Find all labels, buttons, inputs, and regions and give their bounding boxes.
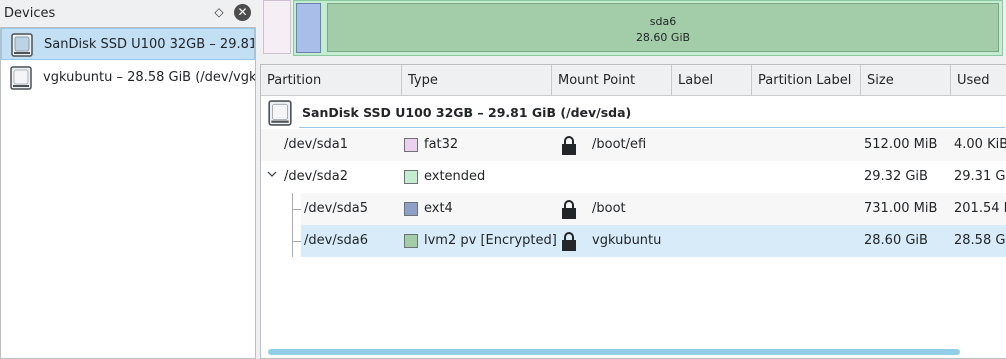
column-header-mount-point[interactable]: Mount Point xyxy=(552,65,672,96)
used-cell: 201.54 MiB xyxy=(954,201,1006,216)
device-row-label: SanDisk SSD U100 32GB – 29.81 GiB (/dev/… xyxy=(302,105,632,120)
table-row[interactable]: /dev/sda1 fat32 /boot/efi 512.00 MiB 4.0… xyxy=(261,129,1006,161)
lock-icon xyxy=(561,232,577,255)
mount-point-cell: vgkubuntu xyxy=(592,233,662,248)
size-cell: 28.60 GiB xyxy=(864,233,928,248)
size-cell: 512.00 MiB xyxy=(864,137,938,152)
partition-segment-sda2[interactable]: sda6 28.60 GiB xyxy=(293,0,1003,56)
type-color-swatch xyxy=(404,170,418,184)
type-cell: fat32 xyxy=(424,137,459,152)
used-cell: 28.58 GiB xyxy=(954,233,1006,248)
partition-segment-name: sda6 xyxy=(649,15,677,28)
type-cell: ext4 xyxy=(424,201,453,216)
hard-drive-icon xyxy=(11,33,33,59)
device-row[interactable]: SanDisk SSD U100 32GB – 29.81 GiB (/dev/… xyxy=(261,97,1006,129)
hard-drive-icon xyxy=(268,100,292,130)
table-row[interactable]: /dev/sda5 ext4 /boot 731.00 MiB 201.54 M… xyxy=(301,193,1006,225)
table-row[interactable]: /dev/sda6 lvm2 pv [Encrypted] vgkubuntu … xyxy=(301,225,1006,257)
column-header-partition[interactable]: Partition xyxy=(261,65,402,96)
mount-point-cell: /boot xyxy=(592,201,626,216)
devices-panel-header: Devices ◇ ✕ xyxy=(0,0,258,27)
partition-cell: /dev/sda6 xyxy=(304,233,368,248)
type-color-swatch xyxy=(404,138,418,152)
partition-segment-unallocated[interactable] xyxy=(263,0,291,54)
column-header-partition-label[interactable]: Partition Label xyxy=(752,65,861,96)
partition-cell: /dev/sda5 xyxy=(304,201,368,216)
lock-icon xyxy=(561,200,577,223)
type-color-swatch xyxy=(404,202,418,216)
partition-segment-size: 28.60 GiB xyxy=(635,31,691,44)
table-row[interactable]: /dev/sda2 extended 29.32 GiB 29.31 GiB xyxy=(261,161,1006,193)
used-cell: 29.31 GiB xyxy=(954,169,1006,184)
lock-icon xyxy=(561,136,577,159)
devices-panel: Devices ◇ ✕ SanDisk SSD U100 32GB – 29.8… xyxy=(0,0,258,359)
size-cell: 731.00 MiB xyxy=(864,201,938,216)
mount-point-cell: /boot/efi xyxy=(592,137,647,152)
column-header-used[interactable]: Used xyxy=(951,65,1006,96)
chevron-down-icon[interactable] xyxy=(266,168,278,183)
type-color-swatch xyxy=(404,234,418,248)
tree-line xyxy=(292,193,293,257)
column-header-size[interactable]: Size xyxy=(861,65,951,96)
device-list: SanDisk SSD U100 32GB – 29.81 ... vgkubu… xyxy=(0,27,256,359)
close-panel-icon[interactable]: ✕ xyxy=(234,4,251,21)
partition-segment-sda6[interactable]: sda6 28.60 GiB xyxy=(327,3,999,52)
device-item-vgkubuntu[interactable]: vgkubuntu – 28.58 GiB (/dev/vgk... xyxy=(1,62,255,94)
used-cell: 4.00 KiB xyxy=(954,137,1006,152)
size-cell: 29.32 GiB xyxy=(864,169,928,184)
hard-drive-icon xyxy=(10,66,32,94)
column-header-type[interactable]: Type xyxy=(402,65,552,96)
type-cell: extended xyxy=(424,169,486,184)
devices-panel-title: Devices xyxy=(4,6,56,21)
partition-cell: /dev/sda1 xyxy=(284,137,348,152)
device-label: SanDisk SSD U100 32GB – 29.81 ... xyxy=(44,37,255,52)
device-row-underline xyxy=(299,127,1005,128)
partition-table: Partition Type Mount Point Label Partiti… xyxy=(260,64,1006,359)
partition-segment-sda5[interactable] xyxy=(296,3,321,53)
partition-bar: sda6 28.60 GiB xyxy=(260,0,1006,58)
device-label: vgkubuntu – 28.58 GiB (/dev/vgk... xyxy=(43,70,255,85)
device-item-sandisk[interactable]: SanDisk SSD U100 32GB – 29.81 ... xyxy=(1,28,255,60)
partition-cell: /dev/sda2 xyxy=(284,169,348,184)
horizontal-scrollbar[interactable] xyxy=(268,349,960,355)
type-cell: lvm2 pv [Encrypted] xyxy=(424,233,557,248)
float-panel-icon[interactable]: ◇ xyxy=(212,4,226,20)
column-header-label[interactable]: Label xyxy=(672,65,752,96)
